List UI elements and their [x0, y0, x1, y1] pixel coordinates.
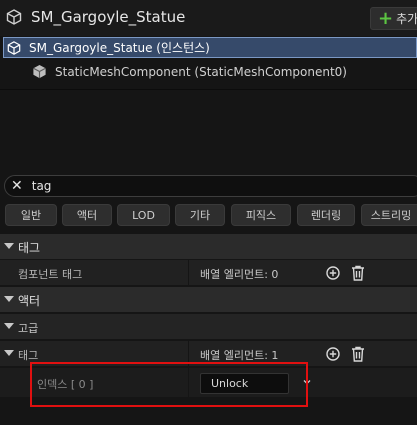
filter-misc[interactable]: 기타 [175, 204, 225, 226]
tree-empty-area [0, 89, 417, 173]
tree-item-label: SM_Gargoyle_Statue (인스턴스) [29, 41, 210, 55]
column-divider[interactable] [188, 260, 189, 285]
add-element-icon[interactable] [326, 347, 340, 361]
category-filter-bar: 일반 액터 LOD 기타 피직스 렌더링 스트리밍 [0, 204, 417, 228]
tree-item-label: StaticMeshComponent (StaticMeshComponent… [55, 64, 347, 79]
category-label: 액터 [18, 294, 41, 308]
trash-icon[interactable] [351, 265, 365, 281]
property-label: 컴포넌트 태그 [18, 268, 83, 281]
filter-rendering[interactable]: 렌더링 [297, 204, 355, 226]
details-search-box[interactable]: ✕ tag [4, 175, 417, 197]
details-header: SM_Gargoyle_Statue + 추가 [0, 0, 417, 36]
expand-arrow-icon [4, 323, 14, 329]
tree-item-actor-instance[interactable]: SM_Gargoyle_Statue (인스턴스) [3, 37, 417, 58]
add-component-button[interactable]: + 추가 [370, 7, 417, 30]
trash-icon[interactable] [351, 346, 365, 362]
cube-icon [6, 9, 22, 25]
category-label: 태그 [18, 241, 41, 255]
clear-search-icon[interactable]: ✕ [11, 179, 23, 193]
plus-icon: + [378, 7, 394, 29]
static-mesh-icon [33, 64, 46, 79]
component-tree: SM_Gargoyle_Statue (인스턴스) StaticMeshComp… [0, 36, 417, 89]
expand-arrow-icon [4, 243, 14, 249]
property-component-tags: 컴포넌트 태그 배열 엘리먼트: 0 [0, 259, 417, 285]
filter-streaming[interactable]: 스트리밍 [361, 204, 417, 226]
highlight-box [30, 362, 308, 407]
property-label: 태그 [18, 349, 39, 362]
section-label: 고급 [18, 322, 39, 335]
section-advanced[interactable]: 고급 [0, 313, 417, 339]
actor-title: SM_Gargoyle_Statue [31, 8, 186, 26]
filter-general[interactable]: 일반 [5, 204, 57, 226]
tree-item-static-mesh-component[interactable]: StaticMeshComponent (StaticMeshComponent… [32, 64, 347, 79]
category-actor[interactable]: 액터 [0, 286, 417, 312]
expand-arrow-icon [4, 296, 14, 302]
array-count-text: 배열 엘리먼트: 1 [200, 349, 279, 362]
array-count-text: 배열 엘리먼트: 0 [200, 268, 279, 281]
filter-actor[interactable]: 액터 [62, 204, 112, 226]
add-component-label: 추가 [396, 12, 417, 26]
add-element-icon[interactable] [326, 266, 340, 280]
filter-lod[interactable]: LOD [117, 204, 170, 226]
search-input[interactable]: tag [32, 179, 52, 193]
expand-arrow-icon[interactable] [4, 350, 14, 356]
cube-icon [7, 40, 21, 55]
category-tags[interactable]: 태그 [0, 233, 417, 259]
filter-physics[interactable]: 피직스 [231, 204, 291, 226]
